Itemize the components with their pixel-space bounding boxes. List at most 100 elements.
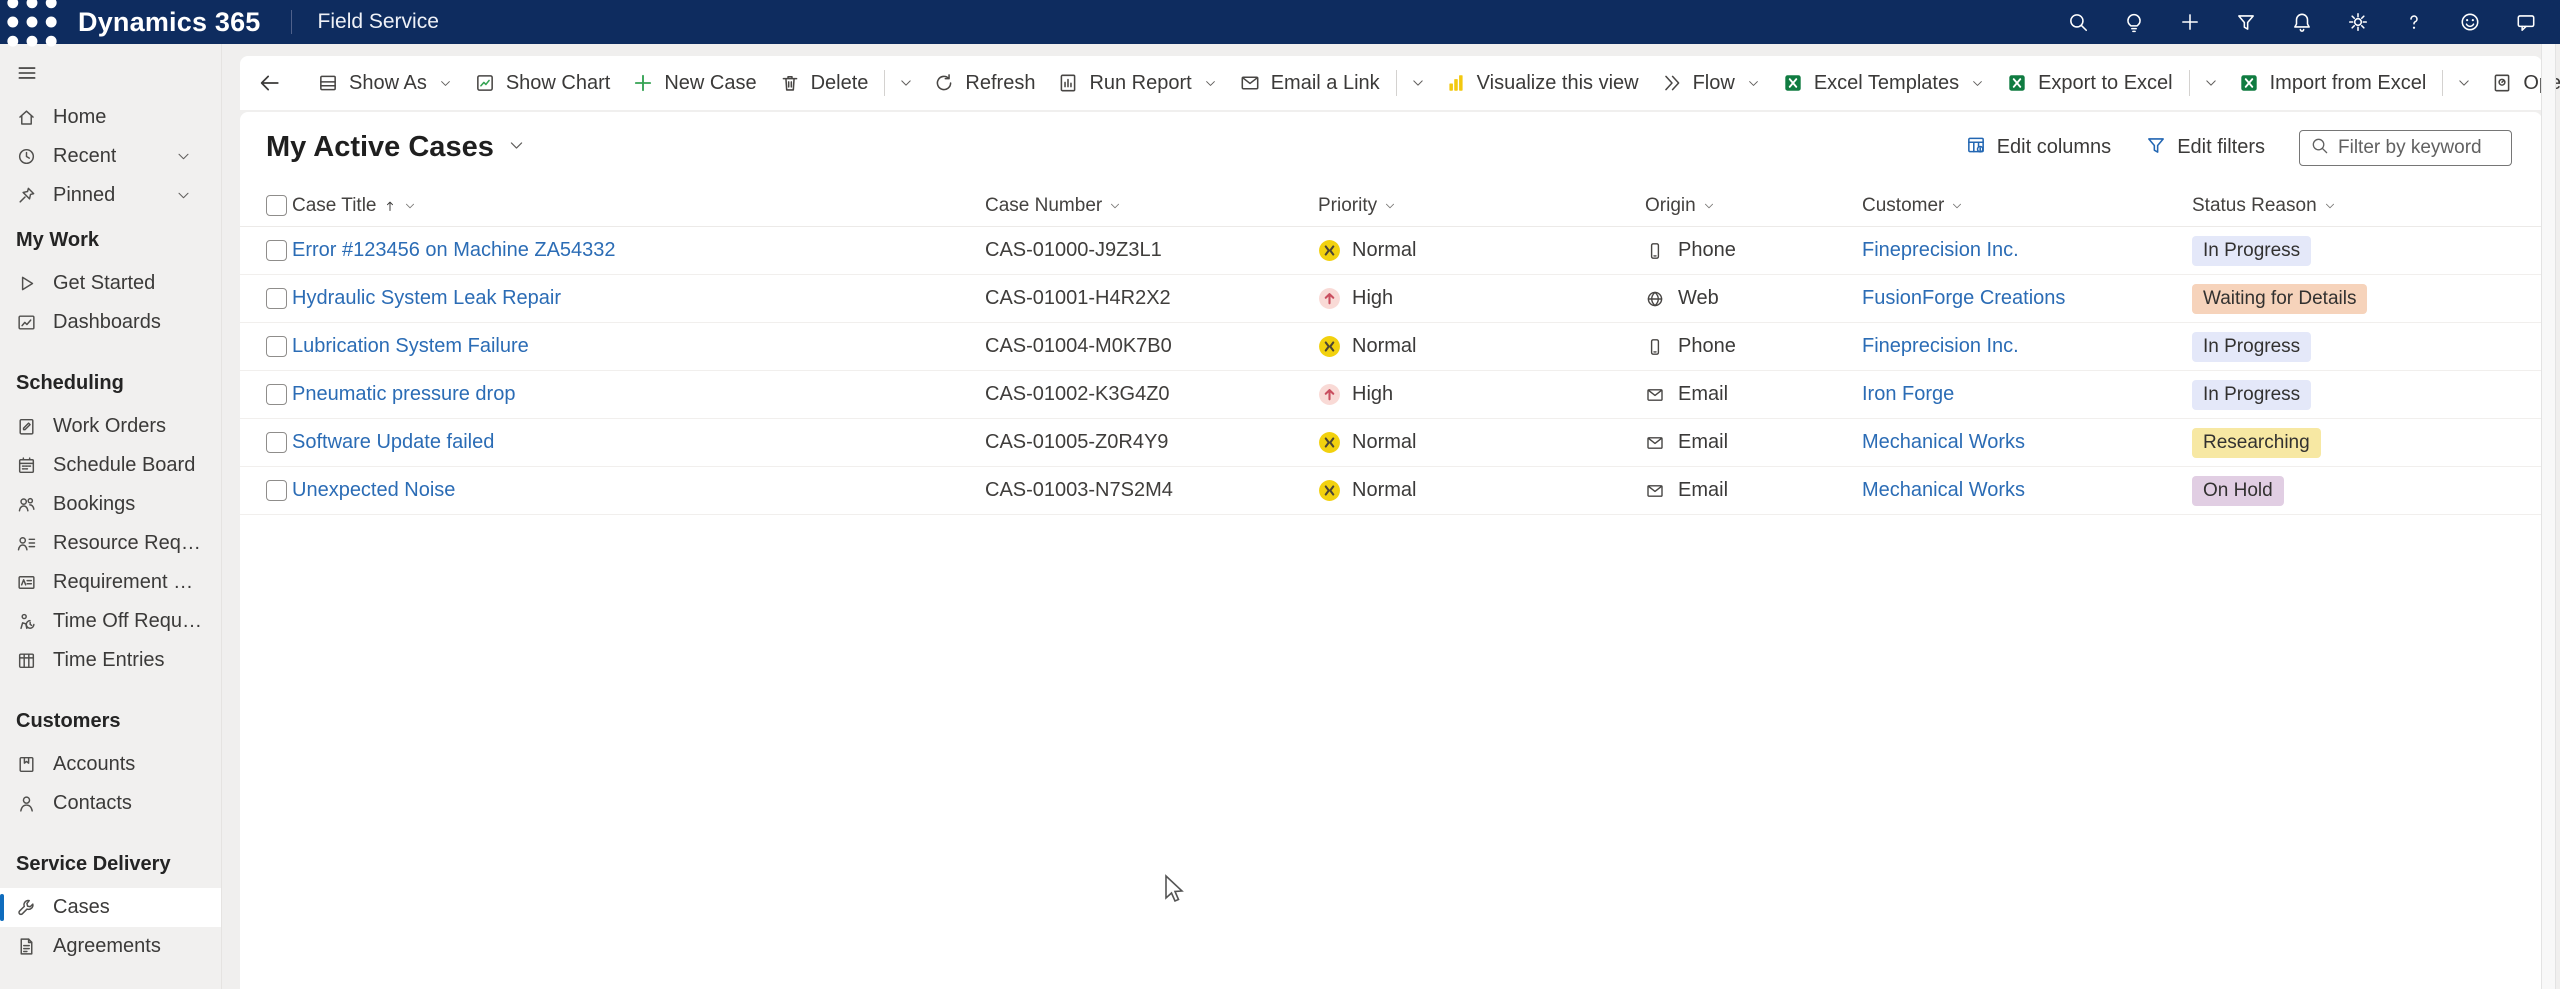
search-icon <box>2310 136 2329 160</box>
sidebar-item-requirement-groups[interactable]: Requirement Groups <box>0 563 221 602</box>
plus-button[interactable] <box>2162 0 2218 44</box>
feedback-button[interactable] <box>2498 0 2554 44</box>
priority-normal-icon <box>1318 431 1341 454</box>
view-selector[interactable]: My Active Cases <box>266 131 525 164</box>
bell-button[interactable] <box>2274 0 2330 44</box>
sidebar-item-bookings[interactable]: Bookings <box>0 485 221 524</box>
sidebar-item-label: Requirement Groups <box>53 571 207 594</box>
delete-button[interactable]: Delete <box>768 65 880 102</box>
page-title: My Active Cases <box>266 131 494 164</box>
case-title-link[interactable]: Error #123456 on Machine ZA54332 <box>292 239 616 261</box>
table-row[interactable]: Pneumatic pressure drop CAS-01002-K3G4Z0… <box>240 371 2542 419</box>
export-to-excel-button[interactable]: Export to Excel <box>1995 65 2184 102</box>
smiley-button[interactable] <box>2442 0 2498 44</box>
customer-link[interactable]: Fineprecision Inc. <box>1862 335 2019 357</box>
customer-link[interactable]: FusionForge Creations <box>1862 287 2065 309</box>
help-button[interactable] <box>2386 0 2442 44</box>
customer-link[interactable]: Mechanical Works <box>1862 479 2025 501</box>
email-a-link-label: Email a Link <box>1271 72 1380 95</box>
overflow-chevron-button[interactable] <box>2448 68 2480 98</box>
column-header-case-number[interactable]: Case Number <box>985 195 1318 217</box>
funnel-button[interactable] <box>2218 0 2274 44</box>
gear-button[interactable] <box>2330 0 2386 44</box>
case-title-link[interactable]: Unexpected Noise <box>292 479 455 501</box>
new-case-button[interactable]: New Case <box>621 65 767 102</box>
import-from-excel-button[interactable]: Import from Excel <box>2227 65 2438 102</box>
lightbulb-icon <box>2123 11 2145 33</box>
app-title: Dynamics 365 <box>78 7 261 38</box>
column-header-customer[interactable]: Customer <box>1862 195 2192 217</box>
sidebar-item-work-orders[interactable]: Work Orders <box>0 407 221 446</box>
row-checkbox[interactable] <box>266 432 287 453</box>
case-title-link[interactable]: Software Update failed <box>292 431 494 453</box>
table-row[interactable]: Error #123456 on Machine ZA54332 CAS-010… <box>240 227 2542 275</box>
email-a-link-button[interactable]: Email a Link <box>1228 65 1391 102</box>
edit-filters-button[interactable]: Edit filters <box>2145 134 2265 162</box>
sidebar-item-recent[interactable]: Recent <box>0 137 221 176</box>
sidebar-item-pinned[interactable]: Pinned <box>0 176 221 215</box>
sidebar-item-get-started[interactable]: Get Started <box>0 264 221 303</box>
sidebar-item-contacts[interactable]: Contacts <box>0 784 221 823</box>
sidebar-item-home[interactable]: Home <box>0 98 221 137</box>
sidebar-item-time-off-requests[interactable]: Time Off Requests <box>0 602 221 641</box>
origin-cell: Phone <box>1645 239 1862 262</box>
row-checkbox[interactable] <box>266 480 287 501</box>
row-checkbox[interactable] <box>266 240 287 261</box>
sidebar-item-label: Time Off Requests <box>53 610 207 633</box>
cases-grid: Case Title Case Number Priority Origin C… <box>240 185 2542 515</box>
column-header-case-title[interactable]: Case Title <box>292 195 985 217</box>
table-row[interactable]: Software Update failed CAS-01005-Z0R4Y9 … <box>240 419 2542 467</box>
flow-button[interactable]: Flow <box>1650 65 1771 102</box>
case-title-link[interactable]: Lubrication System Failure <box>292 335 529 357</box>
refresh-button[interactable]: Refresh <box>922 65 1046 102</box>
priority-cell: High <box>1318 287 1645 310</box>
waffle-menu-button[interactable] <box>0 0 64 44</box>
edit-columns-button[interactable]: Edit columns <box>1965 134 2112 162</box>
row-checkbox[interactable] <box>266 288 287 309</box>
edit-filters-label: Edit filters <box>2177 136 2265 159</box>
case-title-link[interactable]: Hydraulic System Leak Repair <box>292 287 561 309</box>
column-header-origin[interactable]: Origin <box>1645 195 1862 217</box>
origin-label: Email <box>1678 431 1728 454</box>
overflow-chevron-button[interactable] <box>2195 68 2227 98</box>
column-header-label: Priority <box>1318 195 1377 217</box>
sidebar-item-agreements[interactable]: Agreements <box>0 927 221 966</box>
column-header-status-reason[interactable]: Status Reason <box>2192 195 2542 217</box>
overflow-chevron-button[interactable] <box>1402 68 1434 98</box>
sidebar-item-time-entries[interactable]: Time Entries <box>0 641 221 680</box>
chevron-down-icon <box>404 200 416 212</box>
run-report-button[interactable]: Run Report <box>1046 65 1227 102</box>
back-button[interactable] <box>250 65 290 101</box>
case-title-link[interactable]: Pneumatic pressure drop <box>292 383 515 405</box>
excel-templates-button[interactable]: Excel Templates <box>1771 65 1995 102</box>
customer-link[interactable]: Mechanical Works <box>1862 431 2025 453</box>
table-row[interactable]: Hydraulic System Leak Repair CAS-01001-H… <box>240 275 2542 323</box>
vertical-scrollbar[interactable] <box>2541 44 2556 989</box>
search-button[interactable] <box>2050 0 2106 44</box>
column-header-priority[interactable]: Priority <box>1318 195 1645 217</box>
sidebar-item-schedule-board[interactable]: Schedule Board <box>0 446 221 485</box>
table-row[interactable]: Lubrication System Failure CAS-01004-M0K… <box>240 323 2542 371</box>
sidebar-item-accounts[interactable]: Accounts <box>0 745 221 784</box>
lightbulb-button[interactable] <box>2106 0 2162 44</box>
sidebar-item-cases[interactable]: Cases <box>0 888 221 927</box>
visualize-this-view-button[interactable]: Visualize this view <box>1434 65 1650 102</box>
app-area-label: Field Service <box>318 10 439 34</box>
person-list-icon <box>16 533 37 554</box>
sidebar-item-dashboards[interactable]: Dashboards <box>0 303 221 342</box>
grid-header-row: Case Title Case Number Priority Origin C… <box>240 185 2542 227</box>
table-row[interactable]: Unexpected Noise CAS-01003-N7S2M4 Normal… <box>240 467 2542 515</box>
customer-link[interactable]: Fineprecision Inc. <box>1862 239 2019 261</box>
select-all-checkbox[interactable] <box>266 195 287 216</box>
customer-link[interactable]: Iron Forge <box>1862 383 1954 405</box>
show-as-button[interactable]: Show As <box>306 65 463 102</box>
sidebar-item-resource-requireme[interactable]: Resource Requireme... <box>0 524 221 563</box>
row-checkbox[interactable] <box>266 336 287 357</box>
overflow-chevron-button[interactable] <box>890 68 922 98</box>
show-chart-button[interactable]: Show Chart <box>463 65 622 102</box>
chevron-down-icon <box>2457 76 2471 90</box>
excel-icon <box>1782 72 1804 94</box>
keyword-filter-input[interactable] <box>2338 137 2501 159</box>
home-icon <box>16 107 37 128</box>
row-checkbox[interactable] <box>266 384 287 405</box>
